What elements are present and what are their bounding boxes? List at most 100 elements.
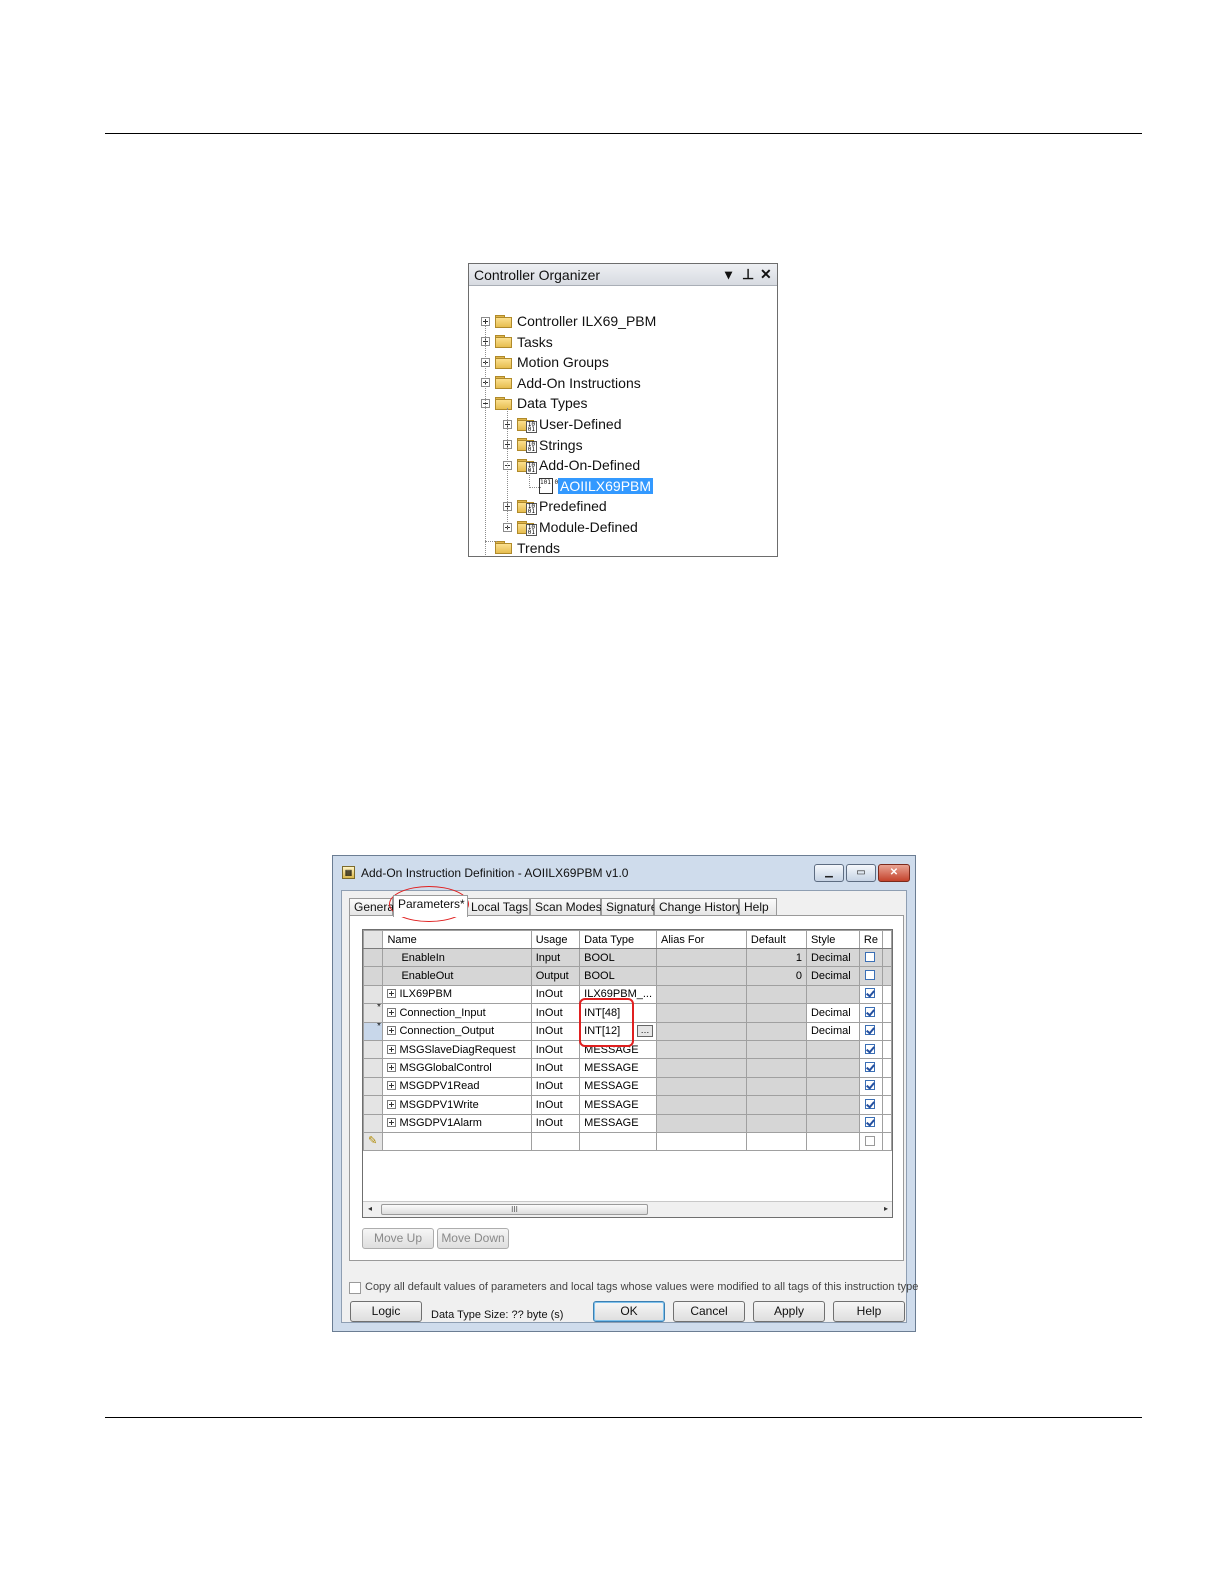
empty-cell[interactable] — [745, 1131, 807, 1152]
cell-style[interactable] — [805, 984, 860, 1005]
ok-button[interactable]: OK — [593, 1301, 665, 1322]
cell-required[interactable] — [858, 1021, 884, 1041]
tree-item[interactable]: Tasks — [481, 332, 553, 352]
cell-data-type[interactable]: MESSAGE — [579, 1113, 658, 1133]
empty-cell[interactable] — [656, 1131, 747, 1152]
expand-icon[interactable] — [387, 1099, 397, 1109]
cell-usage[interactable]: InOut — [530, 1003, 581, 1023]
row-header[interactable] — [363, 1039, 384, 1060]
expand-icon[interactable] — [387, 1026, 397, 1036]
apply-button[interactable]: Apply — [753, 1301, 825, 1322]
expand-icon[interactable] — [387, 1007, 397, 1017]
column-header[interactable]: Alias For — [656, 930, 747, 949]
cell-required[interactable] — [858, 1113, 884, 1133]
table-row[interactable]: MSGDPV1Alarm InOut MESSAGE — [363, 1113, 892, 1133]
cell-usage[interactable]: InOut — [530, 1095, 581, 1115]
tree-item[interactable]: 10 01 Module-Defined — [503, 517, 638, 537]
column-header[interactable]: Usage — [530, 930, 581, 949]
cell-required[interactable] — [858, 1058, 884, 1078]
scroll-left-icon[interactable]: ◂ — [368, 1204, 372, 1213]
table-row[interactable]: MSGSlaveDiagRequest InOut MESSAGE — [363, 1039, 892, 1060]
cell-name[interactable]: ILX69PBM — [382, 984, 532, 1005]
cell-style[interactable] — [805, 1058, 860, 1078]
cell-usage[interactable]: InOut — [530, 1021, 581, 1041]
tab-general[interactable]: General — [349, 898, 397, 916]
cancel-button[interactable]: Cancel — [673, 1301, 745, 1322]
cell-data-type[interactable]: MESSAGE — [579, 1039, 658, 1060]
cell-alias[interactable] — [656, 1095, 747, 1115]
cell-usage[interactable]: Input — [530, 947, 581, 968]
cell-required[interactable] — [858, 966, 884, 986]
cell-name[interactable]: MSGDPV1Write — [382, 1095, 532, 1115]
tab-scan-modes[interactable]: Scan Modes — [530, 898, 602, 916]
scroll-right-icon[interactable]: ▸ — [884, 1204, 888, 1213]
cell-data-type[interactable]: MESSAGE — [579, 1058, 658, 1078]
required-checkbox[interactable] — [864, 1117, 875, 1128]
row-header[interactable] — [363, 1076, 384, 1097]
cell-data-type[interactable]: MESSAGE — [579, 1095, 658, 1115]
required-checkbox[interactable] — [864, 1135, 875, 1146]
cell-style[interactable] — [805, 1039, 860, 1060]
cell-required[interactable] — [858, 1076, 884, 1097]
tab-signature[interactable]: Signature — [601, 898, 657, 916]
required-checkbox[interactable] — [864, 970, 875, 981]
cell-alias[interactable] — [656, 947, 747, 968]
move-up-button[interactable]: Move Up — [362, 1228, 434, 1249]
pin-icon[interactable]: ⊥ — [742, 266, 754, 283]
required-checkbox[interactable] — [864, 951, 875, 962]
cell-required[interactable] — [858, 1003, 884, 1023]
cell-alias[interactable] — [656, 1113, 747, 1133]
row-header[interactable] — [363, 947, 384, 968]
copy-defaults-checkbox[interactable] — [349, 1282, 361, 1294]
cell-style[interactable]: Decimal — [805, 947, 860, 968]
tab-help[interactable]: Help — [739, 898, 777, 916]
cell-data-type[interactable]: INT[12]… — [579, 1021, 658, 1041]
cell-default[interactable]: 0 — [745, 966, 807, 986]
expand-icon[interactable] — [387, 1044, 397, 1054]
cell-usage[interactable]: InOut — [530, 1076, 581, 1097]
tree-item[interactable]: Data Types — [481, 393, 588, 413]
row-header[interactable] — [363, 1095, 384, 1115]
cell-usage[interactable]: Output — [530, 966, 581, 986]
empty-cell[interactable] — [579, 1131, 658, 1152]
cell-alias[interactable] — [656, 1058, 747, 1078]
cell-default[interactable] — [745, 1076, 807, 1097]
cell-name[interactable]: MSGDPV1Alarm — [382, 1113, 532, 1133]
row-header[interactable] — [363, 1058, 384, 1078]
required-checkbox[interactable] — [864, 988, 875, 999]
required-checkbox[interactable] — [864, 1025, 875, 1036]
empty-cell[interactable] — [382, 1131, 532, 1152]
tab-local-tags[interactable]: Local Tags — [466, 898, 530, 916]
cell-alias[interactable] — [656, 1021, 747, 1041]
cell-name[interactable]: MSGDPV1Read — [382, 1076, 532, 1097]
table-row[interactable]: EnableOut Output BOOL 0 Decimal — [363, 966, 892, 986]
scroll-thumb[interactable]: III — [381, 1204, 648, 1215]
close-icon[interactable]: ✕ — [760, 266, 772, 283]
cell-default[interactable] — [745, 1113, 807, 1133]
expand-icon[interactable] — [481, 316, 490, 326]
cell-default[interactable] — [745, 1058, 807, 1078]
cell-required[interactable] — [858, 1095, 884, 1115]
row-header[interactable] — [363, 984, 384, 1005]
cell-required[interactable] — [858, 1131, 884, 1152]
dropdown-icon[interactable]: ▾ — [725, 266, 732, 283]
table-row[interactable]: * Connection_Input InOut INT[48] Decimal — [363, 1003, 892, 1023]
cell-alias[interactable] — [656, 966, 747, 986]
tree-item[interactable]: Motion Groups — [481, 352, 609, 372]
tree-item[interactable]: 10 01 User-Defined — [503, 414, 621, 434]
horizontal-scrollbar[interactable]: ◂ III ▸ — [363, 1201, 892, 1217]
required-checkbox[interactable] — [864, 1080, 875, 1091]
close-icon[interactable]: ✕ — [878, 864, 910, 882]
column-header[interactable]: Data Type — [579, 930, 658, 949]
required-checkbox[interactable] — [864, 1062, 875, 1073]
cell-default[interactable] — [745, 1039, 807, 1060]
column-header[interactable]: Re — [858, 930, 884, 949]
move-down-button[interactable]: Move Down — [437, 1228, 509, 1249]
minimize-icon[interactable]: ▁ — [814, 864, 844, 882]
tree-item[interactable]: 101 010 AOIILX69PBM — [525, 476, 654, 496]
expand-icon[interactable] — [387, 1063, 397, 1073]
cell-data-type[interactable]: ILX69PBM_... — [579, 984, 658, 1005]
cell-alias[interactable] — [656, 984, 747, 1005]
tab-parameters[interactable]: Parameters* — [393, 895, 468, 917]
cell-name[interactable]: Connection_Input — [382, 1003, 532, 1023]
